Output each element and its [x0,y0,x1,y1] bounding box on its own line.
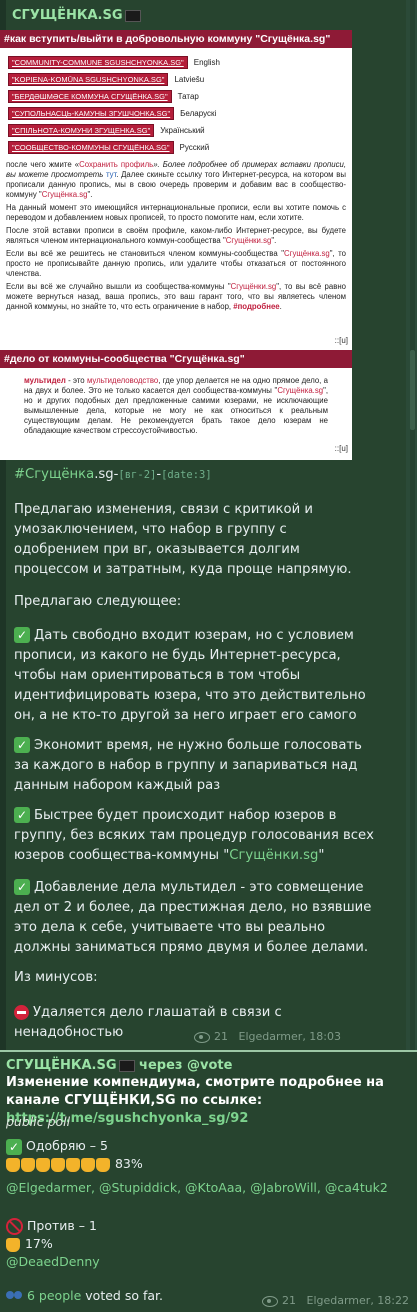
card-paragraph: На данный момент это имеющийся интернаци… [6,203,346,222]
author-time: Elgedarmer, 18:03 [238,1030,342,1043]
prescript-label: "СУПОЛЬНАСЦЬ-КАМУНЫ ЗГУШЧОНКА.SG" [8,107,175,120]
info-card-join[interactable]: #как вступить/выйти в добровольную комму… [0,30,352,350]
scrollbar-track[interactable] [410,0,415,1050]
prescript-label: "СООБЩЕСТВО-КОММУНЫ СГУЩЁНКА.SG" [8,141,174,154]
card-header: #дело от коммуны-сообщества "Сгущёнка.sg… [0,350,352,368]
views-count: 21 [282,1294,296,1307]
voters-link[interactable]: 6 people [27,1288,81,1303]
prescript-label: "KOPIENA-KOMŪNA SGUSHCHYONKA.SG" [8,73,169,86]
prescript-lang: Беларускі [180,109,217,118]
message-meta: 21 Elgedarmer, 18:22 [262,1294,409,1307]
prescript-row: "СПІЛЬНОТА-КОМУНИ ЗГУЩЕНКА.SG" Українськи… [8,122,344,139]
thumbs-up-icon [51,1157,65,1172]
channel-name[interactable]: СГУЩЁНКА.SG [12,8,141,23]
prescript-label: "СПІЛЬНОТА-КОМУНИ ЗГУЩЕНКА.SG" [8,124,155,137]
flag-icon [118,1059,135,1072]
chat-view: СГУЩЁНКА.SG #как вступить/выйти в добров… [0,0,417,1312]
check-icon: ✓ [14,737,30,753]
prescript-label: "БЕРДӘШМӘСЕ КОММУНА СГУЩЁНКА.SG" [8,90,172,103]
thumbs-up-icon [66,1157,80,1172]
views-icon [262,1295,278,1307]
card-header: #как вступить/выйти в добровольную комму… [0,30,352,48]
point-item: ✓ Добавление дела мультидел - это совмеще… [14,879,372,955]
u-link[interactable]: ::[u] [335,336,348,345]
prescript-label: "COMMUNITY-COMMUNE SGUSHCHYONKA.SG" [8,56,188,69]
card-paragraph: После этой вставки прописи в своём профи… [6,226,346,245]
check-icon: ✓ [14,807,30,823]
thumbs-up-icon [21,1157,35,1172]
via-bot[interactable]: через @vote [139,1058,232,1073]
poll-percent: 83% [114,1156,143,1171]
views-icon [194,1031,210,1043]
point-item: ✓ Быстрее будет происходит набор юзеров в… [14,807,374,863]
group-link[interactable]: Сгущёнки.sg [229,848,318,863]
views-count: 21 [214,1030,228,1043]
card-paragraph: Если вы всё же случайно вышли из сообщес… [6,282,346,311]
hashtag-link[interactable]: #Сгущёнка [14,467,94,482]
point-item: ✓ Экономит время, не нужно больше голосов… [14,737,362,793]
people-icon [6,1290,24,1303]
scrollbar-thumb[interactable] [410,350,415,430]
prescript-row: "KOPIENA-KOMŪNA SGUSHCHYONKA.SG" Latviešu [8,71,344,88]
prescript-row: "COMMUNITY-COMMUNE SGUSHCHYONKA.SG" Engli… [8,54,344,71]
minus-title: Из минусов: [14,970,98,985]
prescript-list: "COMMUNITY-COMMUNE SGUSHCHYONKA.SG" Engli… [8,54,344,156]
flag-icon [124,9,141,22]
prescript-lang: Русский [179,143,210,152]
thumbs-up-icon [36,1157,50,1172]
thumbs-up-icon [6,1237,20,1252]
card-paragraph: Если вы всё же решитесь не становиться ч… [6,249,346,278]
paragraph: Предлагаю изменения, связи с критикой и … [14,502,352,577]
info-card-multidel[interactable]: #дело от коммуны-сообщества "Сгущёнка.sg… [0,350,352,460]
prescript-row: "БЕРДӘШМӘСЕ КОММУНА СГУЩЁНКА.SG" Татар [8,88,344,105]
poll-voters[interactable]: @Elgedarmer, @Stupiddick, @KtoAaa, @Jabr… [6,1180,388,1195]
poll-bar-approve: 83% [6,1156,143,1172]
prescript-row: "СООБЩЕСТВО-КОММУНЫ СГУЩЁНКА.SG" Русский [8,139,344,156]
no-entry-icon [14,1004,29,1020]
check-icon: ✓ [14,627,30,643]
prescript-lang: English [193,58,220,67]
card-paragraph: мультидел - это мультиделоводство, где у… [24,376,328,435]
prescript-lang: Український [160,126,205,135]
poll-type: public poll [6,1114,71,1129]
code-tag: [date:3] [161,469,212,481]
paragraph: Предлагаю следующее: [14,594,182,609]
thumbs-up-icon [96,1157,110,1172]
poll-option-against[interactable]: Против – 1 [6,1218,97,1235]
prescript-row: "СУПОЛЬНАСЦЬ-КАМУНЫ ЗГУШЧОНКА.SG" Беларус… [8,105,344,122]
thumbs-up-icon [81,1157,95,1172]
author-time: Elgedarmer, 18:22 [306,1294,410,1307]
thumbs-up-icon [6,1157,20,1172]
card-paragraph: после чего жмите «Сохранить профиль». Бо… [6,160,346,199]
code-tag: [вг-2] [118,469,157,481]
message-2-poll: СГУЩЁНКА.SG через @vote Изменение компен… [0,1052,417,1312]
channel-name[interactable]: СГУЩЁНКА.SG через @vote [6,1058,232,1073]
check-icon: ✓ [14,879,30,895]
thumbs-up-icon-row [6,1156,111,1172]
message-meta: 21 Elgedarmer, 18:03 [194,1030,341,1043]
poll-bar-against: 17% [6,1236,53,1252]
poll-summary: 6 people voted so far. [6,1288,163,1303]
poll-percent: 17% [24,1236,53,1251]
tag-line: #Сгущёнка.sg-[вг-2]-[date:3] [14,467,212,482]
prescript-lang: Latviešu [174,75,205,84]
poll-voters[interactable]: @DeaedDenny [6,1254,100,1269]
prescript-lang: Татар [177,92,199,101]
point-item: ✓ Дать свободно входит юзерам, но с услов… [14,627,366,723]
message-1: СГУЩЁНКА.SG #как вступить/выйти в добров… [0,0,406,1050]
prohibited-icon [6,1218,23,1235]
u-link[interactable]: ::[u] [335,444,348,453]
poll-option-approve[interactable]: ✓ Одобряю – 5 [6,1138,108,1155]
check-icon: ✓ [6,1138,22,1155]
